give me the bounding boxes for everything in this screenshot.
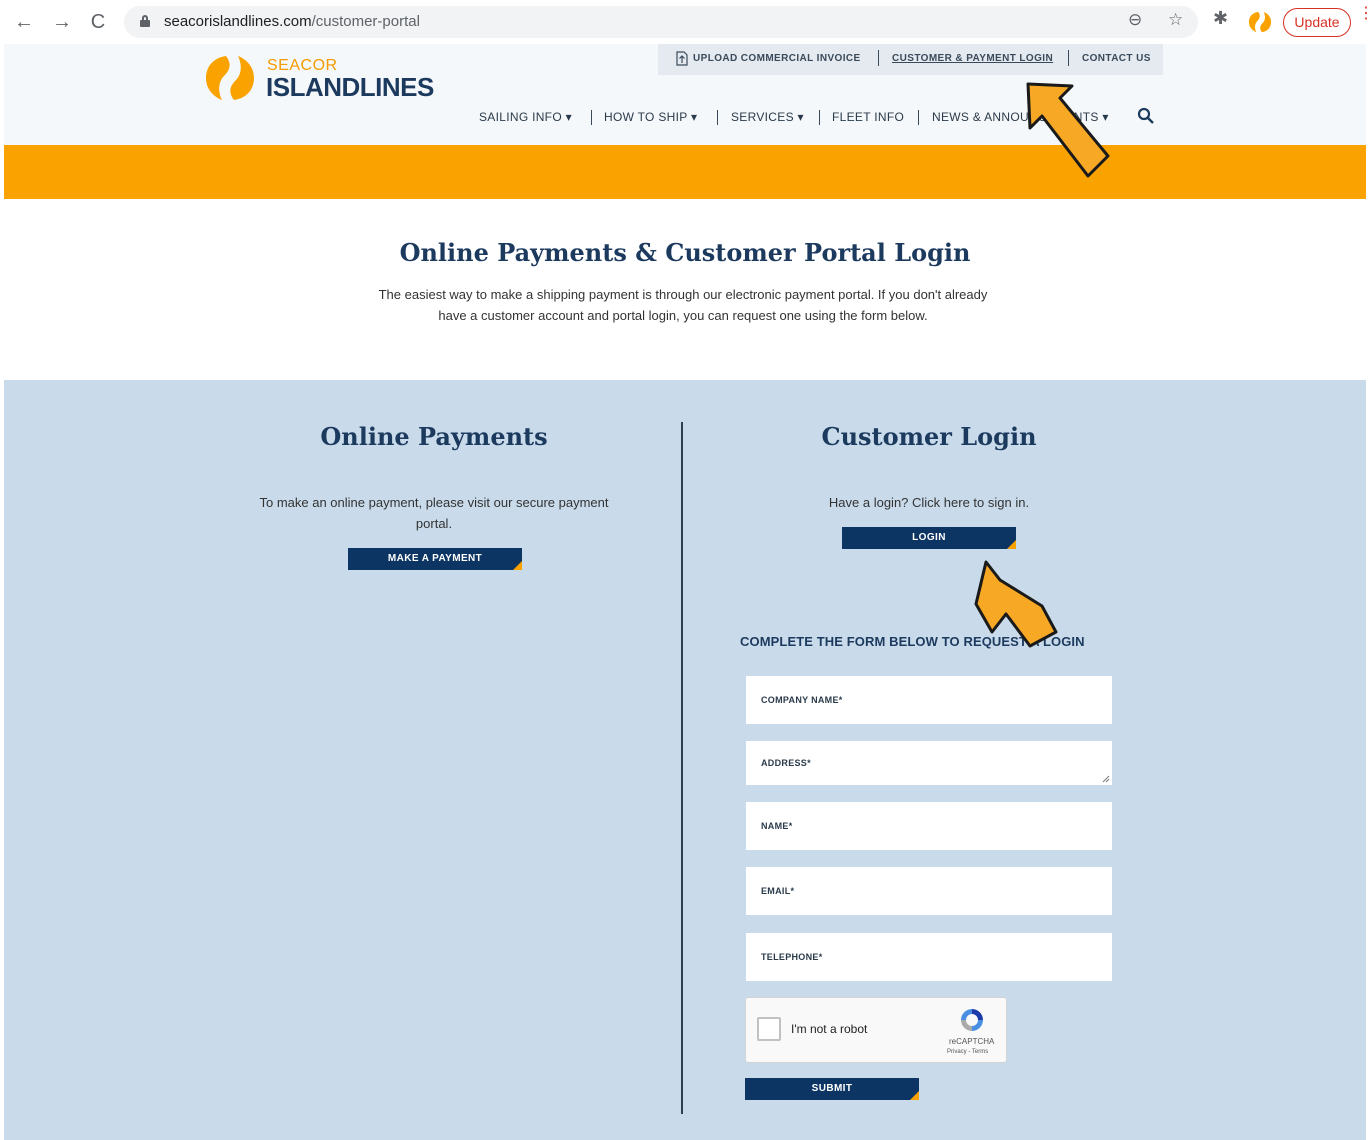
site-header: UPLOAD COMMERCIAL INVOICE CUSTOMER & PAY… (4, 44, 1366, 145)
address-label: ADDRESS* (761, 758, 811, 768)
name-field[interactable]: NAME* (746, 802, 1112, 850)
nav-services[interactable]: SERVICES ▾ (731, 110, 804, 124)
seacor-extension-icon[interactable] (1248, 10, 1272, 34)
divider (1068, 50, 1069, 66)
resize-grip-icon[interactable] (1102, 775, 1110, 783)
name-label: NAME* (761, 821, 793, 831)
page-title: Online Payments & Customer Portal Login (399, 238, 971, 267)
annotation-arrow-icon (974, 560, 1058, 648)
bookmark-star-icon[interactable]: ☆ (1168, 10, 1183, 30)
contact-us-link[interactable]: CONTACT US (1082, 53, 1151, 64)
recaptcha-widget: I'm not a robot reCAPTCHA Privacy - Term… (745, 997, 1007, 1063)
nav-fleet-info[interactable]: FLEET INFO (832, 110, 904, 124)
nav-how-to-ship[interactable]: HOW TO SHIP ▾ (604, 110, 697, 124)
company-name-field[interactable]: COMPANY NAME* (746, 676, 1112, 724)
make-payment-button[interactable]: MAKE A PAYMENT (348, 548, 522, 570)
hero-band (4, 145, 1366, 199)
online-payments-title: Online Payments (320, 422, 548, 451)
divider (591, 110, 592, 125)
divider (918, 110, 919, 125)
customer-payment-login-link[interactable]: CUSTOMER & PAYMENT LOGIN (892, 53, 1053, 64)
upload-invoice-link[interactable]: UPLOAD COMMERCIAL INVOICE (693, 53, 861, 64)
recaptcha-brand: reCAPTCHA (949, 1037, 995, 1046)
url-text: seacorislandlines.com/customer-portal (164, 13, 420, 30)
utility-bar: UPLOAD COMMERCIAL INVOICE CUSTOMER & PAY… (658, 44, 1163, 75)
divider (717, 110, 718, 125)
customer-login-text: Have a login? Click here to sign in. (828, 495, 1030, 510)
address-field[interactable]: ADDRESS* (746, 741, 1112, 785)
address-bar[interactable]: seacorislandlines.com/customer-portal ⊖ … (124, 6, 1198, 38)
update-button[interactable]: Update (1283, 8, 1351, 37)
intro-text: The easiest way to make a shipping payme… (378, 287, 988, 323)
browser-toolbar: ← → C seacorislandlines.com/customer-por… (0, 0, 1372, 44)
portal-section: Online Payments To make an online paymen… (4, 380, 1366, 1140)
seacor-logo-icon[interactable] (204, 52, 256, 104)
nav-sailing-info[interactable]: SAILING INFO ▾ (479, 110, 572, 124)
login-button[interactable]: LOGIN (842, 527, 1016, 549)
telephone-field[interactable]: TELEPHONE* (746, 933, 1112, 981)
logo-text-islandlines[interactable]: ISLANDLINES (266, 72, 434, 103)
company-name-label: COMPANY NAME* (761, 695, 843, 705)
extensions-puzzle-icon[interactable]: ✱ (1213, 8, 1228, 29)
divider (819, 110, 820, 125)
upload-icon (676, 51, 688, 66)
online-payments-text: To make an online payment, please visit … (259, 495, 609, 531)
reload-icon[interactable]: C (84, 8, 112, 36)
submit-button[interactable]: SUBMIT (745, 1078, 919, 1100)
recaptcha-logo-icon (961, 1009, 983, 1031)
email-label: EMAIL* (761, 886, 795, 896)
recaptcha-checkbox[interactable] (757, 1017, 781, 1041)
back-icon[interactable]: ← (10, 8, 38, 36)
recaptcha-label: I'm not a robot (791, 1022, 868, 1036)
lock-icon[interactable] (140, 15, 150, 27)
forward-icon[interactable]: → (48, 8, 76, 36)
customer-login-title: Customer Login (821, 422, 1037, 451)
browser-menu-icon[interactable]: ⋮ (1358, 6, 1372, 22)
email-field[interactable]: EMAIL* (746, 867, 1112, 915)
search-icon[interactable] (1137, 107, 1155, 130)
column-divider (681, 422, 683, 1114)
recaptcha-terms-link[interactable]: Privacy - Terms (947, 1049, 988, 1055)
divider (878, 50, 879, 66)
telephone-label: TELEPHONE* (761, 952, 823, 962)
zoom-icon[interactable]: ⊖ (1128, 10, 1142, 30)
annotation-arrow-icon (1026, 82, 1110, 178)
